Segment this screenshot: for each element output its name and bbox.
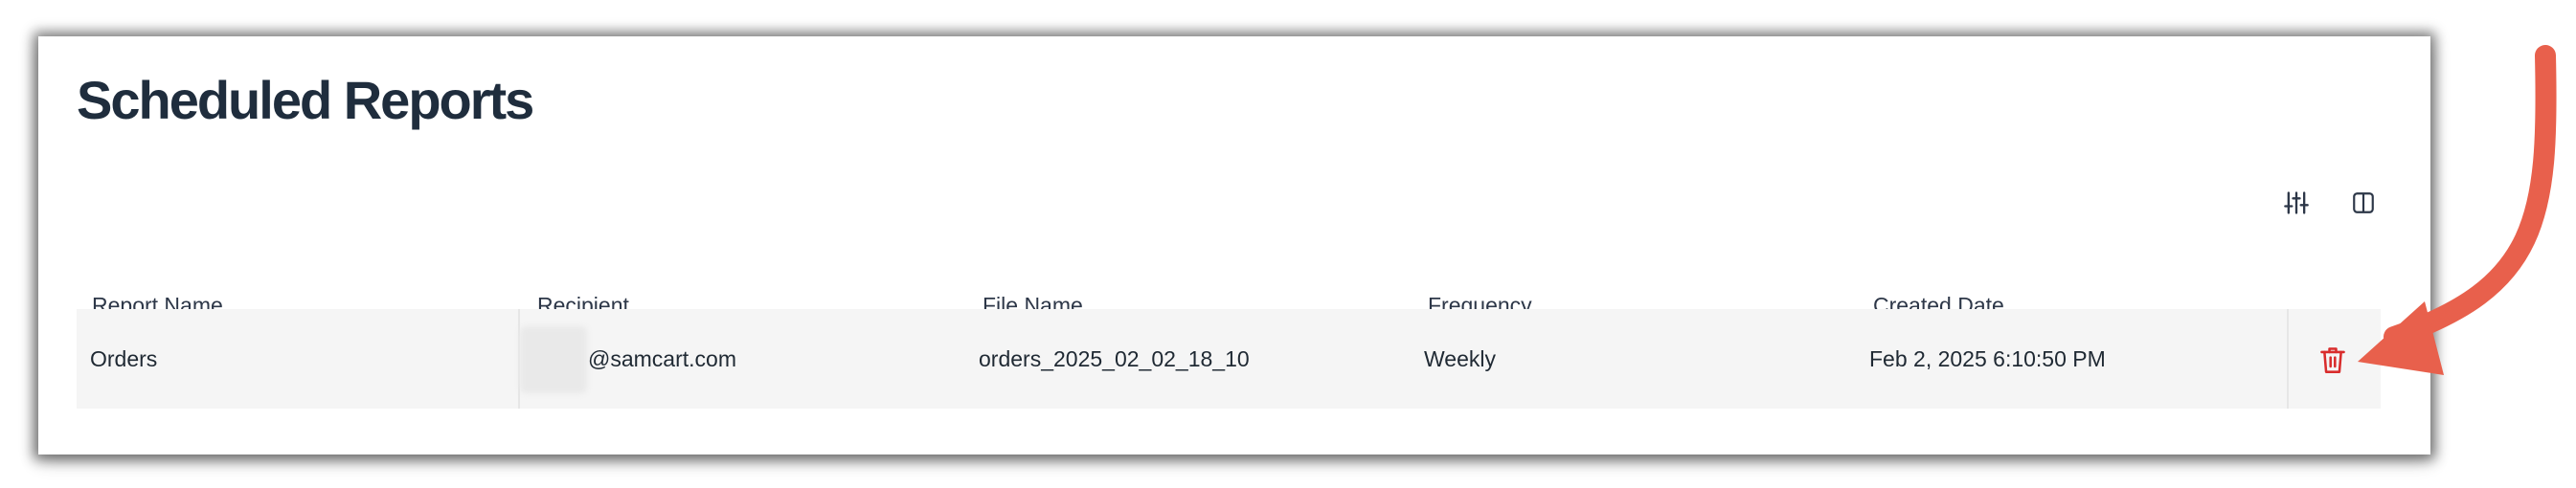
cell-file-name: orders_2025_02_02_18_10 — [979, 346, 1250, 371]
cell-recipient: @samcart.com — [588, 346, 736, 371]
cell-created-date: Feb 2, 2025 6:10:50 PM — [1869, 346, 2106, 371]
scheduled-reports-panel: Scheduled Reports Report Name Recipient … — [38, 36, 2430, 455]
row-actions — [2287, 309, 2381, 409]
cell-frequency: Weekly — [1424, 346, 1496, 371]
table-row[interactable]: Orders @samcart.com orders_2025_02_02_18… — [77, 309, 2381, 409]
sliders-icon — [2284, 191, 2309, 214]
toggle-columns-button[interactable] — [2344, 184, 2383, 222]
redacted-email-prefix — [520, 326, 587, 393]
page-title: Scheduled Reports — [77, 70, 534, 130]
filter-settings-button[interactable] — [2277, 184, 2316, 222]
table-toolbar — [2277, 184, 2383, 222]
cell-report-name: Orders — [90, 346, 158, 371]
trash-icon — [2320, 347, 2345, 373]
columns-icon — [2353, 192, 2374, 213]
delete-report-button[interactable] — [2314, 341, 2352, 379]
